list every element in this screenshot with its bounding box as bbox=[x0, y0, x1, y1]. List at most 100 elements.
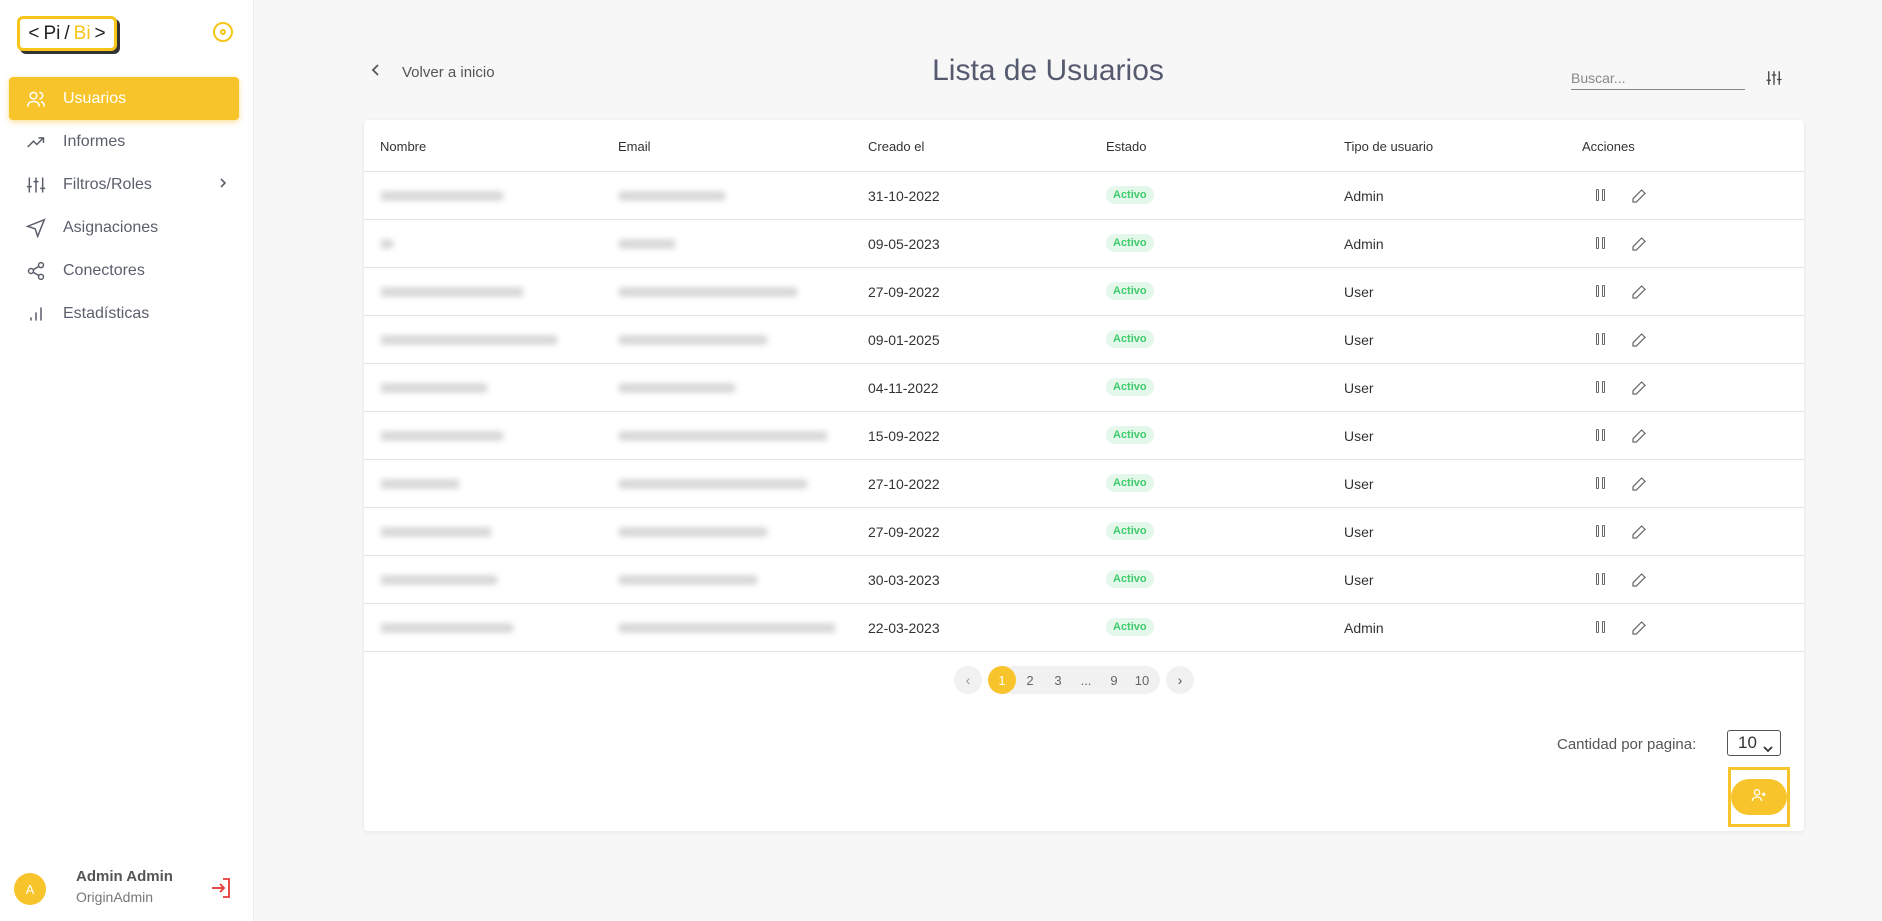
per-page-label: Cantidad por pagina: bbox=[1557, 736, 1697, 753]
column-header-estado[interactable]: Estado bbox=[1106, 139, 1146, 154]
edit-pencil-icon[interactable] bbox=[1631, 572, 1647, 588]
filter-sliders-icon[interactable] bbox=[1765, 69, 1783, 87]
redacted-email bbox=[618, 287, 798, 297]
pibi-logo[interactable]: < Pi / Bi > bbox=[17, 16, 117, 51]
edit-pencil-icon[interactable] bbox=[1631, 524, 1647, 540]
table-row[interactable]: 04-11-2022 Activo User bbox=[364, 364, 1804, 412]
logo-slash: / bbox=[64, 22, 70, 44]
pause-icon[interactable] bbox=[1596, 525, 1608, 538]
redacted-name bbox=[380, 575, 498, 585]
pause-icon[interactable] bbox=[1596, 189, 1608, 202]
created-date: 15-09-2022 bbox=[868, 428, 940, 444]
redacted-email bbox=[618, 575, 758, 585]
table-row[interactable]: 09-01-2025 Activo User bbox=[364, 316, 1804, 364]
redacted-name bbox=[380, 527, 492, 537]
redacted-name bbox=[380, 623, 514, 633]
user-type: User bbox=[1344, 476, 1374, 492]
edit-pencil-icon[interactable] bbox=[1631, 620, 1647, 636]
edit-pencil-icon[interactable] bbox=[1631, 380, 1647, 396]
page-ellipsis: ... bbox=[1080, 672, 1092, 688]
sidebar-item-informes[interactable]: Informes bbox=[9, 120, 239, 163]
sliders-icon bbox=[25, 174, 47, 196]
column-header-nombre[interactable]: Nombre bbox=[380, 139, 426, 154]
chevron-down-icon bbox=[1762, 739, 1774, 759]
table-header: Nombre Email Creado el Estado Tipo de us… bbox=[364, 120, 1804, 172]
edit-pencil-icon[interactable] bbox=[1631, 332, 1647, 348]
column-header-tipo[interactable]: Tipo de usuario bbox=[1344, 139, 1433, 154]
page-button[interactable]: 10 bbox=[1128, 666, 1156, 694]
column-header-creado[interactable]: Creado el bbox=[868, 139, 924, 154]
status-badge: Activo bbox=[1106, 186, 1154, 204]
column-header-email[interactable]: Email bbox=[618, 139, 651, 154]
bar-chart-icon bbox=[25, 303, 47, 325]
user-type: User bbox=[1344, 572, 1374, 588]
status-badge: Activo bbox=[1106, 474, 1154, 492]
next-page-button[interactable]: › bbox=[1166, 666, 1194, 694]
user-type: User bbox=[1344, 332, 1374, 348]
table-row[interactable]: 30-03-2023 Activo User bbox=[364, 556, 1804, 604]
status-badge: Activo bbox=[1106, 570, 1154, 588]
table-row[interactable]: 27-10-2022 Activo User bbox=[364, 460, 1804, 508]
sidebar-item-conectores[interactable]: Conectores bbox=[9, 249, 239, 292]
users-icon bbox=[25, 88, 47, 110]
logo-bi: Bi bbox=[73, 22, 91, 44]
sidebar-item-asignaciones[interactable]: Asignaciones bbox=[9, 206, 239, 249]
page-button[interactable]: 2 bbox=[1016, 666, 1044, 694]
pause-icon[interactable] bbox=[1596, 429, 1608, 442]
redacted-email bbox=[618, 335, 768, 345]
search-input[interactable] bbox=[1571, 66, 1745, 90]
table-row[interactable]: 27-09-2022 Activo User bbox=[364, 268, 1804, 316]
edit-pencil-icon[interactable] bbox=[1631, 428, 1647, 444]
pause-icon[interactable] bbox=[1596, 237, 1608, 250]
sidebar-item-label: Filtros/Roles bbox=[63, 175, 152, 193]
pause-icon[interactable] bbox=[1596, 333, 1608, 346]
pause-icon[interactable] bbox=[1596, 285, 1608, 298]
edit-pencil-icon[interactable] bbox=[1631, 476, 1647, 492]
user-type: User bbox=[1344, 284, 1374, 300]
prev-page-button[interactable]: ‹ bbox=[954, 666, 982, 694]
table-row[interactable]: 31-10-2022 Activo Admin bbox=[364, 172, 1804, 220]
redacted-name bbox=[380, 431, 504, 441]
logo-right: > bbox=[94, 22, 106, 44]
sidebar-item-filtros-roles[interactable]: Filtros/Roles bbox=[9, 163, 239, 206]
pause-icon[interactable] bbox=[1596, 381, 1608, 394]
per-page-select[interactable]: 10 bbox=[1727, 730, 1781, 756]
edit-pencil-icon[interactable] bbox=[1631, 284, 1647, 300]
page-button[interactable]: 9 bbox=[1100, 666, 1128, 694]
logout-icon[interactable] bbox=[209, 876, 233, 900]
pause-icon[interactable] bbox=[1596, 477, 1608, 490]
user-type: User bbox=[1344, 524, 1374, 540]
page-button[interactable]: 1 bbox=[988, 666, 1016, 694]
share-icon bbox=[25, 260, 47, 282]
pause-icon[interactable] bbox=[1596, 573, 1608, 586]
user-type: Admin bbox=[1344, 620, 1384, 636]
pause-icon[interactable] bbox=[1596, 621, 1608, 634]
table-row[interactable]: 15-09-2022 Activo User bbox=[364, 412, 1804, 460]
redacted-email bbox=[618, 479, 808, 489]
created-date: 27-10-2022 bbox=[868, 476, 940, 492]
created-date: 27-09-2022 bbox=[868, 284, 940, 300]
redacted-email bbox=[618, 623, 836, 633]
status-badge: Activo bbox=[1106, 330, 1154, 348]
sidebar-item-label: Conectores bbox=[63, 261, 145, 279]
sidebar-toggle-button[interactable] bbox=[213, 22, 233, 42]
sidebar-item-estadisticas[interactable]: Estadísticas bbox=[9, 292, 239, 335]
add-user-button[interactable] bbox=[1731, 779, 1787, 815]
chevron-right-icon bbox=[217, 175, 229, 196]
table-row[interactable]: 09-05-2023 Activo Admin bbox=[364, 220, 1804, 268]
edit-pencil-icon[interactable] bbox=[1631, 236, 1647, 252]
table-row[interactable]: 27-09-2022 Activo User bbox=[364, 508, 1804, 556]
redacted-name bbox=[380, 191, 504, 201]
page-button[interactable]: 3 bbox=[1044, 666, 1072, 694]
logo-pi: Pi bbox=[43, 22, 61, 44]
table-row[interactable]: 22-03-2023 Activo Admin bbox=[364, 604, 1804, 652]
status-badge: Activo bbox=[1106, 522, 1154, 540]
column-header-acciones: Acciones bbox=[1582, 139, 1635, 154]
sidebar: < Pi / Bi > Usuarios Informes Filtros/Ro… bbox=[0, 0, 254, 921]
user-plus-icon bbox=[1751, 787, 1767, 808]
edit-pencil-icon[interactable] bbox=[1631, 188, 1647, 204]
redacted-name bbox=[380, 479, 460, 489]
status-badge: Activo bbox=[1106, 234, 1154, 252]
created-date: 04-11-2022 bbox=[868, 380, 939, 396]
avatar[interactable]: A bbox=[14, 873, 46, 905]
